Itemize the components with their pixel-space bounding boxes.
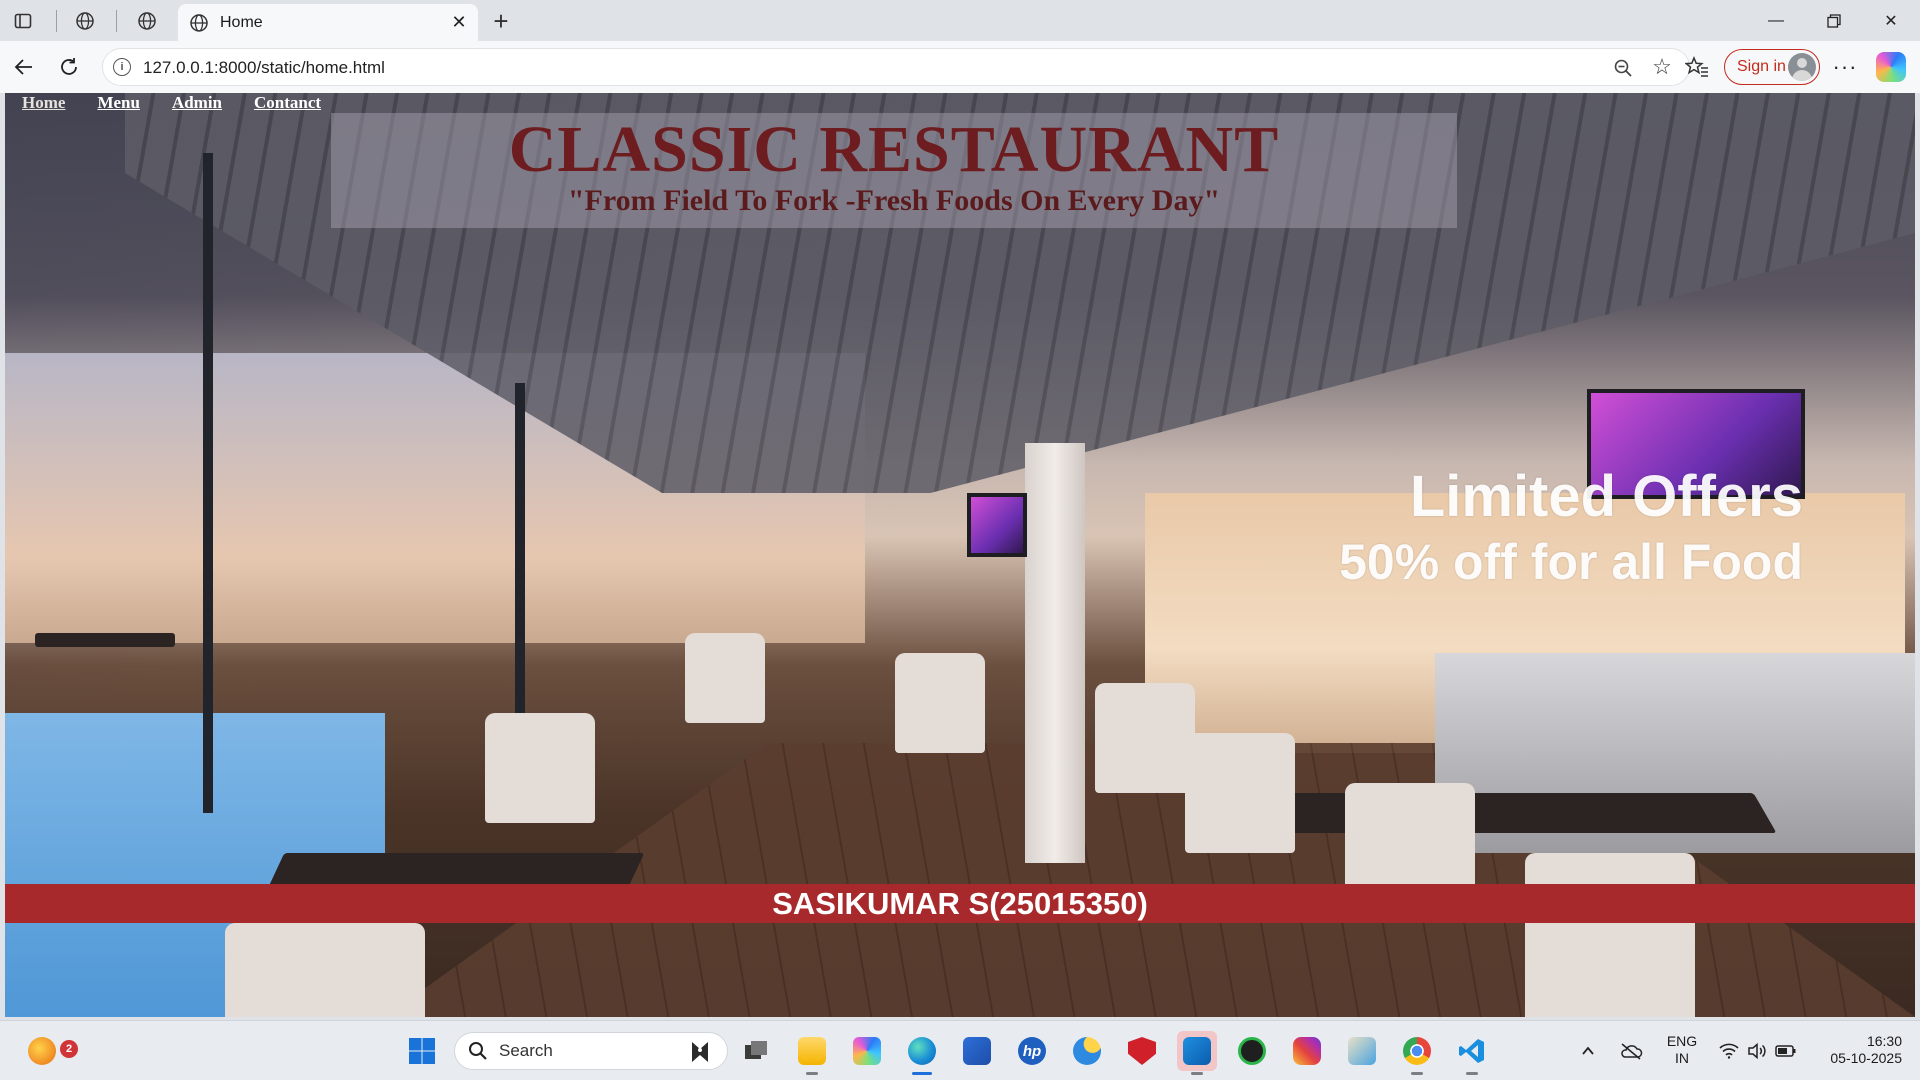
vscode-icon[interactable] [1452,1031,1492,1075]
restore-button[interactable] [1814,6,1854,36]
tab-actions-icon[interactable] [10,8,36,34]
tab-separator [116,10,117,32]
workspace-globe-icon[interactable] [72,8,98,34]
refresh-button[interactable] [54,52,84,82]
nav-admin-link[interactable]: Admin [172,93,222,115]
edge-browser-icon[interactable] [902,1031,942,1075]
whatsapp-icon[interactable] [1232,1031,1272,1071]
copilot-app-icon[interactable] [847,1031,887,1071]
back-button[interactable] [9,52,39,82]
title-banner: CLASSIC RESTAURANT "From Field To Fork -… [331,113,1457,228]
battery-icon[interactable] [1771,1031,1801,1071]
search-highlight-icon [687,1040,713,1064]
store-icon[interactable] [957,1031,997,1071]
chrome-icon[interactable] [1397,1031,1437,1075]
language-secondary: IN [1675,1050,1689,1066]
site-info-icon[interactable]: i [113,58,131,76]
windows-taskbar: 2 Search hp ENG IN 16:30 05-10-2025 [0,1020,1920,1080]
hp-icon[interactable]: hp [1012,1031,1052,1071]
address-bar[interactable]: i 127.0.0.1:8000/static/home.html ☆ [102,48,1690,86]
zoom-icon[interactable] [1611,56,1635,80]
paint-icon[interactable] [1342,1031,1382,1071]
nav-menu-link[interactable]: Menu [97,93,140,115]
site-nav: Home Menu Admin Contanct [22,93,321,115]
address-url[interactable]: 127.0.0.1:8000/static/home.html [143,58,385,78]
search-icon [467,1040,489,1062]
outlook-icon[interactable] [1177,1031,1217,1075]
favorite-star-icon[interactable]: ☆ [1649,54,1675,80]
widgets-weather-icon[interactable]: 2 [22,1031,78,1071]
onedrive-offline-icon[interactable] [1615,1031,1647,1071]
restaurant-title: CLASSIC RESTAURANT [508,113,1280,186]
file-explorer-icon[interactable] [792,1031,832,1075]
search-label: Search [499,1041,553,1060]
page-viewport: Home Menu Admin Contanct CLASSIC RESTAUR… [5,93,1915,1017]
offer-heading: Limited Offers [1409,464,1803,529]
close-window-button[interactable]: ✕ [1871,6,1911,36]
tray-chevron-icon[interactable] [1573,1031,1603,1071]
notification-badge: 2 [60,1040,78,1058]
nav-home-link[interactable]: Home [22,93,65,115]
volume-icon[interactable] [1742,1031,1772,1071]
tab-separator [56,10,57,32]
browser-toolbar: i 127.0.0.1:8000/static/home.html ☆ Sign… [0,41,1920,93]
profile-avatar-icon [1788,53,1816,81]
browser-tabbar: Home ✕ + ― ✕ [0,0,1920,41]
tab-globe-icon [188,12,210,34]
sign-in-button[interactable]: Sign in [1724,49,1820,85]
instagram-icon[interactable] [1287,1031,1327,1071]
clock[interactable]: 16:30 05-10-2025 [1806,1033,1902,1067]
tab-close-icon[interactable]: ✕ [446,10,472,36]
footer-strip: SASIKUMAR S(25015350) [5,884,1915,923]
minimize-button[interactable]: ― [1756,6,1796,36]
more-menu-icon[interactable]: ··· [1830,52,1860,82]
language-primary: ENG [1666,1033,1698,1049]
help-icon[interactable] [1067,1031,1107,1071]
taskbar-search[interactable]: Search [454,1032,728,1070]
sign-in-label: Sign in [1737,58,1786,75]
tab-home[interactable]: Home ✕ [178,4,478,41]
new-tab-button[interactable]: + [487,7,515,35]
restaurant-tagline: "From Field To Fork -Fresh Foods On Ever… [567,184,1221,217]
clock-time: 16:30 [1866,1033,1902,1049]
tab-title: Home [220,13,263,31]
mcafee-icon[interactable] [1122,1031,1162,1071]
pinned-tab-globe-icon[interactable] [134,8,160,34]
language-indicator[interactable]: ENG IN [1662,1033,1702,1067]
task-view-icon[interactable] [736,1031,776,1071]
footer-author: SASIKUMAR S(25015350) [772,886,1148,921]
offer-detail: 50% off for all Food [1339,534,1803,590]
wifi-icon[interactable] [1714,1031,1744,1071]
clock-date: 05-10-2025 [1830,1050,1902,1066]
copilot-icon[interactable] [1876,52,1906,82]
nav-contact-link[interactable]: Contanct [254,93,321,115]
favorites-icon[interactable] [1682,52,1712,82]
start-windows-icon[interactable] [402,1031,442,1071]
